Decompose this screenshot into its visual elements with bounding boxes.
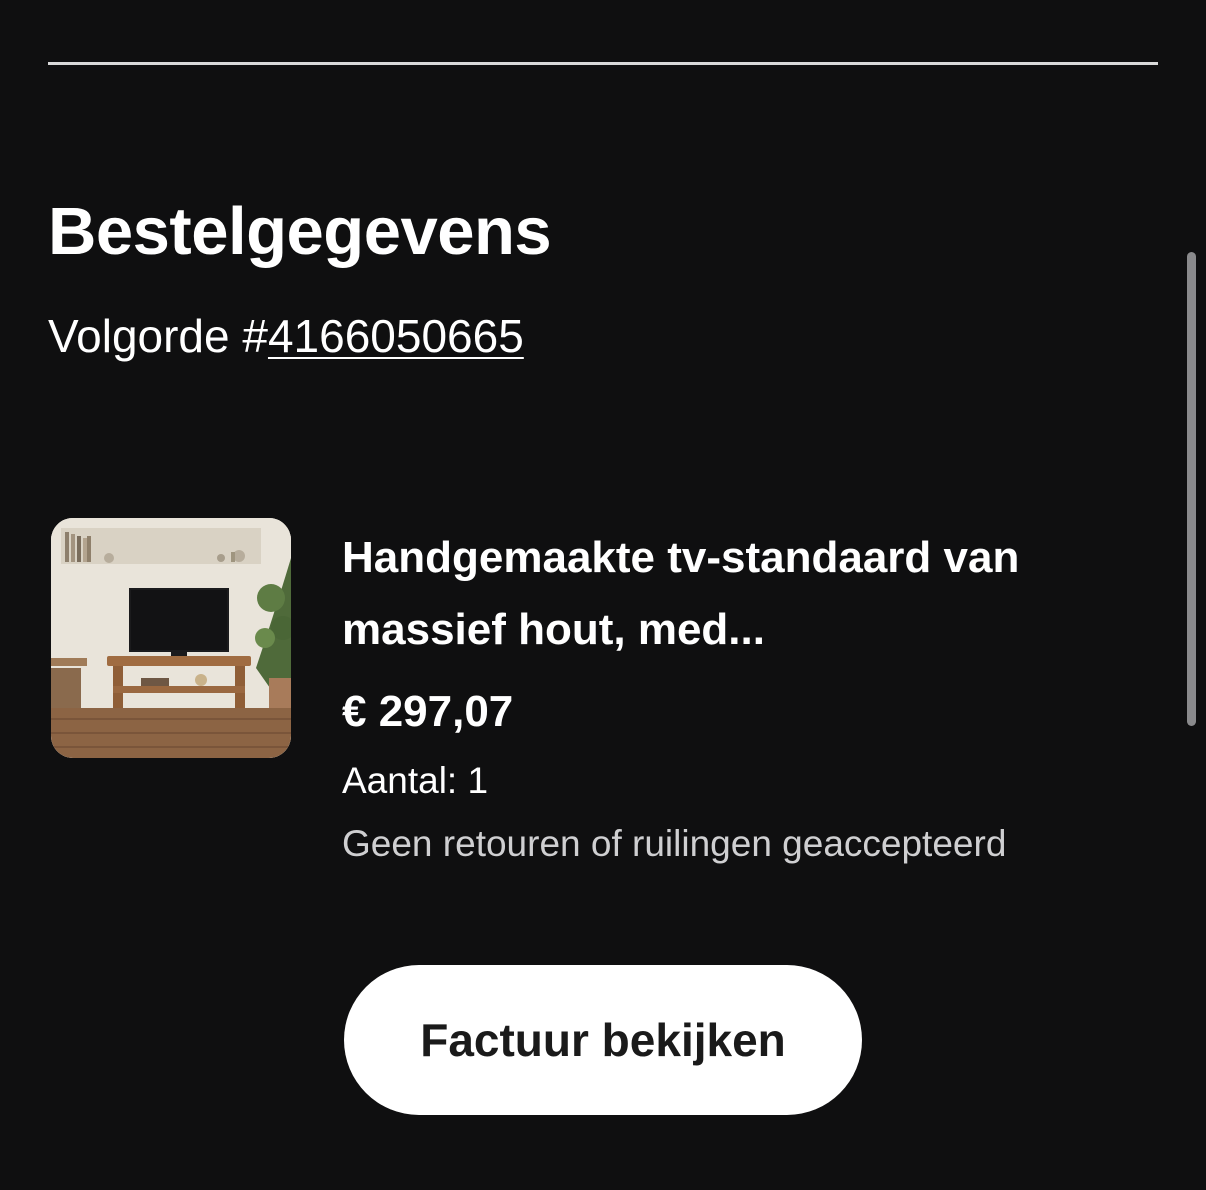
top-divider <box>48 62 1158 65</box>
product-name[interactable]: Handgemaakte tv-standaard van massief ho… <box>342 522 1102 666</box>
order-prefix-label: Volgorde # <box>48 310 268 362</box>
page-title: Bestelgegevens <box>48 194 552 269</box>
order-number-line: Volgorde #4166050665 <box>48 308 524 364</box>
scrollbar[interactable] <box>1187 252 1196 726</box>
view-invoice-button[interactable]: Factuur bekijken <box>344 965 862 1115</box>
product-price: € 297,07 <box>342 687 514 736</box>
order-number-link[interactable]: 4166050665 <box>268 310 524 362</box>
product-thumbnail[interactable] <box>51 518 291 758</box>
product-image <box>51 518 291 758</box>
product-quantity: Aantal: 1 <box>342 760 489 801</box>
return-policy-note: Geen retouren of ruilingen geaccepteerd <box>342 823 1007 864</box>
